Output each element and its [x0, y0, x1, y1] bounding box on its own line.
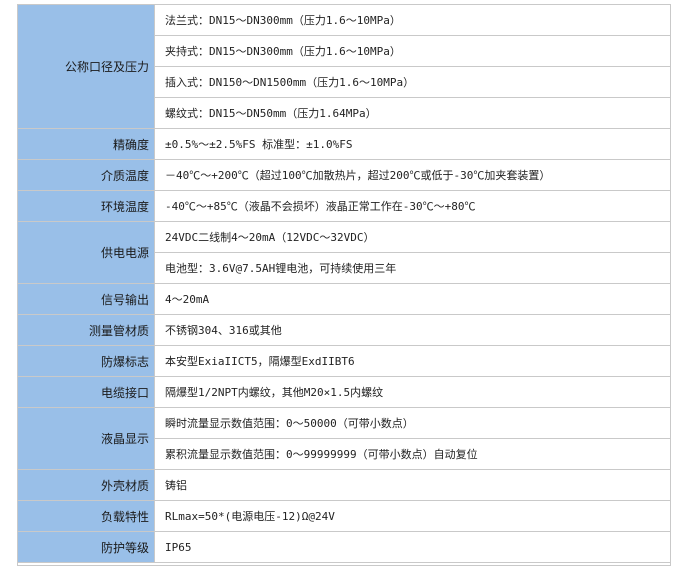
row-label: 防护等级 [17, 531, 155, 563]
row-value: 本安型ExiaIICT5，隔爆型ExdIIBT6 [154, 345, 671, 377]
row-label: 信号输出 [17, 283, 155, 315]
row-value: RLmax=50*(电源电压-12)Ω@24V [154, 500, 671, 532]
table-row: 测量管材质 不锈钢304、316或其他 [17, 314, 671, 346]
row-value: 电池型：3.6V@7.5AH锂电池，可持续使用三年 [154, 252, 671, 284]
row-value: 累积流量显示数值范围：0～99999999（可带小数点）自动复位 [154, 438, 671, 470]
table-row: 外壳材质 铸铝 [17, 469, 671, 501]
row-value: -40℃～+85℃（液晶不会损坏）液晶正常工作在-30℃～+80℃ [154, 190, 671, 222]
table-row: 信号输出 4～20mA [17, 283, 671, 315]
row-label: 环境温度 [17, 190, 155, 222]
row-value: －40℃～+200℃（超过100℃加散热片，超过200℃或低于-30℃加夹套装置… [154, 159, 671, 191]
row-label: 外壳材质 [17, 469, 155, 501]
row-value: 4～20mA [154, 283, 671, 315]
row-value: 瞬时流量显示数值范围：0～50000（可带小数点） [154, 407, 671, 439]
row-value: IP65 [154, 531, 671, 563]
table-row: 公称口径及压力 法兰式：DN15～DN300mm（压力1.6～10MPa） [17, 4, 671, 129]
table-row: 防爆标志 本安型ExiaIICT5，隔爆型ExdIIBT6 [17, 345, 671, 377]
table-row: 供电电源 24VDC二线制4～20mA（12VDC～32VDC） [17, 221, 671, 284]
row-label: 液晶显示 [17, 407, 155, 470]
row-value: 24VDC二线制4～20mA（12VDC～32VDC） [154, 221, 671, 253]
row-value: 插入式：DN150～DN1500mm（压力1.6～10MPa） [154, 66, 671, 98]
row-label: 防爆标志 [17, 345, 155, 377]
row-label: 负载特性 [17, 500, 155, 532]
table-row: 防护等级 IP65 [17, 531, 671, 563]
row-value: 隔爆型1/2NPT内螺纹，其他M20×1.5内螺纹 [154, 376, 671, 408]
table-row: 电缆接口 隔爆型1/2NPT内螺纹，其他M20×1.5内螺纹 [17, 376, 671, 408]
row-label: 电缆接口 [17, 376, 155, 408]
table-row: 液晶显示 瞬时流量显示数值范围：0～50000（可带小数点） [17, 407, 671, 470]
table-row: 介质温度 －40℃～+200℃（超过100℃加散热片，超过200℃或低于-30℃… [17, 159, 671, 191]
row-value: 夹持式：DN15～DN300mm（压力1.6～10MPa） [154, 35, 671, 67]
row-value: ±0.5%～±2.5%FS 标准型：±1.0%FS [154, 128, 671, 160]
spec-table: 公称口径及压力 法兰式：DN15～DN300mm（压力1.6～10MPa） 夹持… [17, 4, 671, 563]
table-row: 精确度 ±0.5%～±2.5%FS 标准型：±1.0%FS [17, 128, 671, 160]
table-row: 环境温度 -40℃～+85℃（液晶不会损坏）液晶正常工作在-30℃～+80℃ [17, 190, 671, 222]
row-value: 不锈钢304、316或其他 [154, 314, 671, 346]
row-label: 精确度 [17, 128, 155, 160]
row-value: 铸铝 [154, 469, 671, 501]
table-row: 负载特性 RLmax=50*(电源电压-12)Ω@24V [17, 500, 671, 532]
row-label: 公称口径及压力 [17, 4, 155, 129]
row-value: 螺纹式：DN15～DN50mm（压力1.64MPa） [154, 97, 671, 129]
row-label: 介质温度 [17, 159, 155, 191]
row-value: 法兰式：DN15～DN300mm（压力1.6～10MPa） [154, 4, 671, 36]
row-label: 供电电源 [17, 221, 155, 284]
row-label: 测量管材质 [17, 314, 155, 346]
